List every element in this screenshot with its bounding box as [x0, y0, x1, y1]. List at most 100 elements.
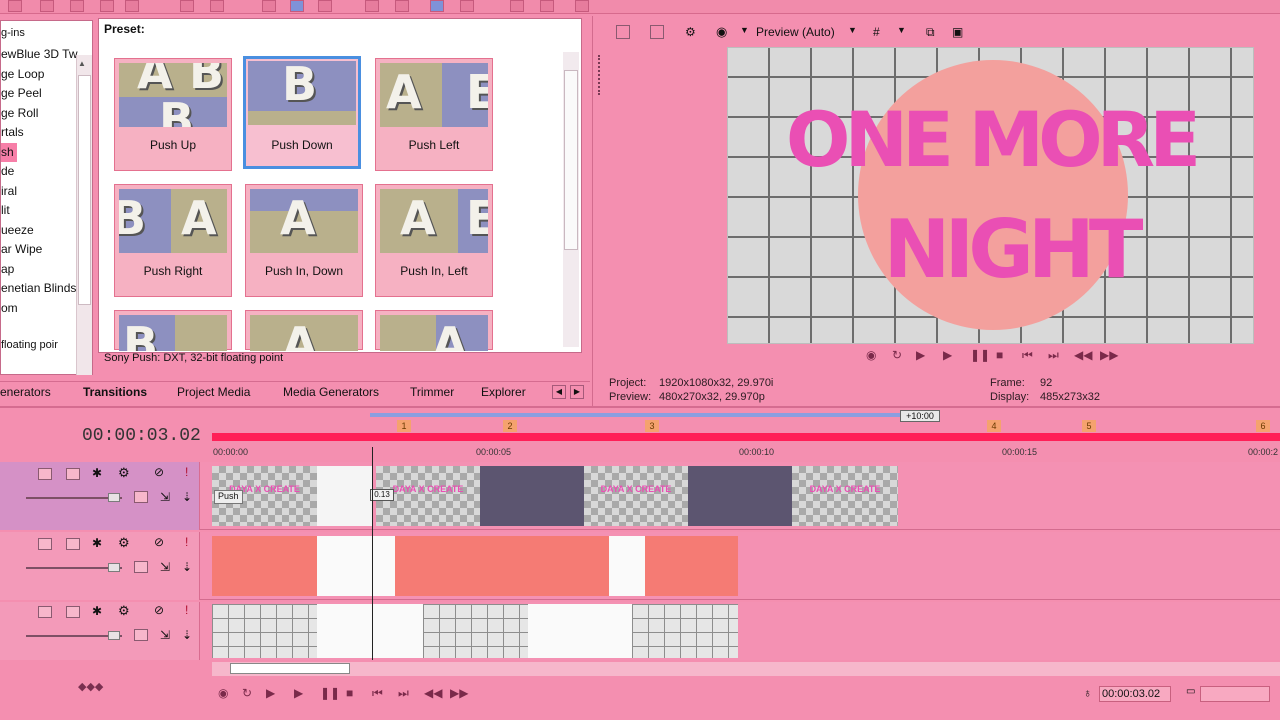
- preset-thumbnail-partial[interactable]: A: [245, 310, 363, 351]
- transition-tag[interactable]: Push: [214, 490, 243, 504]
- tab-scroll-left-icon[interactable]: ◀: [552, 385, 566, 399]
- loop-icon[interactable]: ↻: [892, 348, 910, 364]
- compositing-mode-icon[interactable]: [134, 629, 148, 641]
- preset-thumbnail-partial[interactable]: B: [114, 310, 232, 351]
- snapping-icon[interactable]: [395, 0, 409, 12]
- list-scrollbar[interactable]: ▲: [76, 55, 92, 375]
- go-to-start-icon[interactable]: ⏮: [1022, 348, 1040, 364]
- video-clip[interactable]: DAYA X CREATE Push: [212, 466, 317, 526]
- stop-icon[interactable]: ■: [346, 686, 364, 702]
- marker-1[interactable]: 1: [397, 420, 411, 432]
- empty-clip[interactable]: [688, 466, 792, 526]
- playhead-cursor[interactable]: [372, 447, 373, 660]
- track-fx-icon[interactable]: [66, 606, 80, 618]
- parent-composite-icon[interactable]: ⇲: [160, 560, 170, 574]
- list-scroll-thumb[interactable]: [78, 75, 91, 305]
- cursor-icon[interactable]: [40, 0, 54, 12]
- preset-scroll-thumb[interactable]: [564, 70, 578, 250]
- panel-grip[interactable]: [598, 55, 602, 95]
- preview-quality-dropdown[interactable]: Preview (Auto): [756, 25, 835, 39]
- go-to-end-icon[interactable]: ⏭: [398, 686, 416, 702]
- previous-frame-icon[interactable]: ◀◀: [1074, 348, 1092, 364]
- background-clip[interactable]: [632, 604, 738, 658]
- tab-media-generators[interactable]: Media Generators: [283, 385, 379, 399]
- parent-composite-icon[interactable]: ⇲: [160, 490, 170, 504]
- split-screen-icon[interactable]: ⚙: [685, 25, 696, 39]
- make-child-icon[interactable]: ⇣: [182, 560, 192, 574]
- gear-icon[interactable]: ⚙: [118, 465, 130, 481]
- preview-properties-icon[interactable]: [616, 25, 630, 39]
- auto-ripple-icon[interactable]: [430, 0, 444, 12]
- preset-push-in-left[interactable]: A E Push In, Left: [375, 184, 493, 297]
- master-bus-icon[interactable]: ◆◆◆: [78, 680, 103, 693]
- track-fx-icon[interactable]: [66, 468, 80, 480]
- track-motion-icon[interactable]: [38, 606, 52, 618]
- background-clip[interactable]: [423, 604, 528, 658]
- play-icon[interactable]: ▶: [294, 686, 312, 702]
- composite-icon[interactable]: ✱: [92, 536, 102, 550]
- level-slider-knob[interactable]: [108, 631, 120, 640]
- empty-clip[interactable]: [480, 466, 584, 526]
- marker-tool-icon[interactable]: [540, 0, 554, 12]
- background-clip[interactable]: [212, 604, 317, 658]
- empty-area[interactable]: [609, 536, 645, 596]
- mute-icon[interactable]: ⊘: [154, 535, 164, 549]
- level-slider-knob[interactable]: [108, 493, 120, 502]
- marker-2[interactable]: 2: [503, 420, 517, 432]
- chevron-down-icon[interactable]: ▼: [740, 25, 749, 35]
- gear-icon[interactable]: ⚙: [118, 603, 130, 619]
- color-clip[interactable]: [645, 536, 738, 596]
- compositing-mode-icon[interactable]: [134, 491, 148, 503]
- mute-icon[interactable]: ⊘: [154, 603, 164, 617]
- color-clip[interactable]: [503, 536, 609, 596]
- color-clip[interactable]: [395, 536, 503, 596]
- composite-icon[interactable]: ✱: [92, 604, 102, 618]
- tab-explorer[interactable]: Explorer: [481, 385, 526, 399]
- preset-push-left[interactable]: A E Push Left: [375, 58, 493, 171]
- lock-envelopes-icon[interactable]: [460, 0, 474, 12]
- preset-push-up[interactable]: A B B Push Up: [114, 58, 232, 171]
- track-fx-icon[interactable]: [66, 538, 80, 550]
- tab-scroll-right-icon[interactable]: ▶: [570, 385, 584, 399]
- timeline-ruler-bar[interactable]: [212, 433, 1280, 441]
- loop-region-bar[interactable]: [370, 413, 900, 417]
- marker-4[interactable]: 4: [987, 420, 1001, 432]
- undo-icon[interactable]: [180, 0, 194, 12]
- parent-composite-icon[interactable]: ⇲: [160, 628, 170, 642]
- record-icon[interactable]: ◉: [866, 348, 884, 364]
- make-child-icon[interactable]: ⇣: [182, 490, 192, 504]
- tab-trimmer[interactable]: Trimmer: [410, 385, 454, 399]
- transition-area[interactable]: [317, 466, 373, 526]
- track-motion-icon[interactable]: [38, 538, 52, 550]
- track-motion-icon[interactable]: [38, 468, 52, 480]
- pause-icon[interactable]: ❚❚: [320, 686, 340, 702]
- marker-3[interactable]: 3: [645, 420, 659, 432]
- stop-icon[interactable]: ■: [996, 348, 1014, 364]
- preset-thumbnail-partial[interactable]: A: [375, 310, 493, 351]
- copy-snapshot-icon[interactable]: ⧉: [926, 25, 935, 40]
- gear-icon[interactable]: ⚙: [118, 535, 130, 551]
- preset-push-right[interactable]: B A Push Right: [114, 184, 232, 297]
- marker-5[interactable]: 5: [1082, 420, 1096, 432]
- scroll-up-icon[interactable]: ▲: [78, 59, 90, 68]
- tab-project-media[interactable]: Project Media: [177, 385, 250, 399]
- make-child-icon[interactable]: ⇣: [182, 628, 192, 642]
- normal-edit-tool-icon[interactable]: [262, 0, 276, 12]
- paste-icon[interactable]: [125, 0, 139, 12]
- cut-icon[interactable]: [70, 0, 84, 12]
- previous-frame-icon[interactable]: ◀◀: [424, 686, 442, 702]
- play-from-start-icon[interactable]: ▶: [916, 348, 934, 364]
- empty-area[interactable]: [317, 536, 395, 596]
- pause-icon[interactable]: ❚❚: [970, 348, 990, 364]
- timeline-hscroll[interactable]: [212, 662, 1280, 676]
- envelope-tool-icon[interactable]: [290, 0, 304, 12]
- empty-area[interactable]: [317, 604, 423, 658]
- play-from-start-icon[interactable]: ▶: [266, 686, 284, 702]
- compositing-mode-icon[interactable]: [134, 561, 148, 573]
- overlays-icon[interactable]: ◉: [716, 24, 727, 40]
- level-slider-knob[interactable]: [108, 563, 120, 572]
- next-frame-icon[interactable]: ▶▶: [450, 686, 468, 702]
- tab-transitions[interactable]: Transitions: [83, 385, 147, 399]
- composite-icon[interactable]: ✱: [92, 466, 102, 480]
- chevron-down-icon[interactable]: ▼: [897, 25, 906, 35]
